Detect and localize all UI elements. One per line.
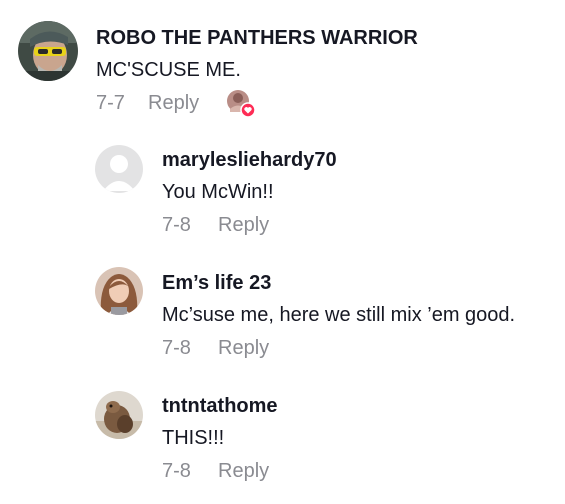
avatar[interactable] xyxy=(95,391,143,439)
reply-button[interactable]: Reply xyxy=(218,460,269,483)
comment-username[interactable]: tntntathome xyxy=(162,395,278,418)
reply-comment-item: Em’s life 23 Mc’suse me, here we still m… xyxy=(0,253,565,373)
comment-text: Mc’suse me, here we still mix ’em good. xyxy=(162,304,516,326)
avatar-image xyxy=(95,391,143,439)
creator-liked-badge xyxy=(226,88,256,118)
avatar[interactable] xyxy=(95,267,143,315)
avatar-image xyxy=(18,21,78,81)
reply-button[interactable]: Reply xyxy=(218,337,269,360)
comment-date: 7-8 xyxy=(162,337,191,359)
avatar-image xyxy=(95,267,143,315)
comment-username[interactable]: ROBO THE PANTHERS WARRIOR xyxy=(96,27,418,50)
comment-username[interactable]: marylesliehardy70 xyxy=(162,149,337,172)
comment-date: 7-8 xyxy=(162,460,191,482)
reply-button[interactable]: Reply xyxy=(148,92,199,115)
comment-date: 7-8 xyxy=(162,214,191,236)
avatar[interactable] xyxy=(95,145,143,193)
reply-button[interactable]: Reply xyxy=(218,214,269,237)
default-avatar-icon xyxy=(95,145,143,193)
comment-date: 7-7 xyxy=(96,92,125,114)
comment-username[interactable]: Em’s life 23 xyxy=(162,272,271,295)
comment-text: MC'SCUSE ME. xyxy=(96,59,241,81)
comment-text: THIS!!! xyxy=(162,427,225,449)
reply-comment-item: tntntathome THIS!!! 7-8 Reply xyxy=(0,376,565,504)
comment-item: ROBO THE PANTHERS WARRIOR MC'SCUSE ME. 7… xyxy=(0,0,565,130)
avatar[interactable] xyxy=(18,21,78,81)
comment-text: You McWin!! xyxy=(162,181,274,203)
reply-comment-item: marylesliehardy70 You McWin!! 7-8 Reply xyxy=(0,130,565,250)
